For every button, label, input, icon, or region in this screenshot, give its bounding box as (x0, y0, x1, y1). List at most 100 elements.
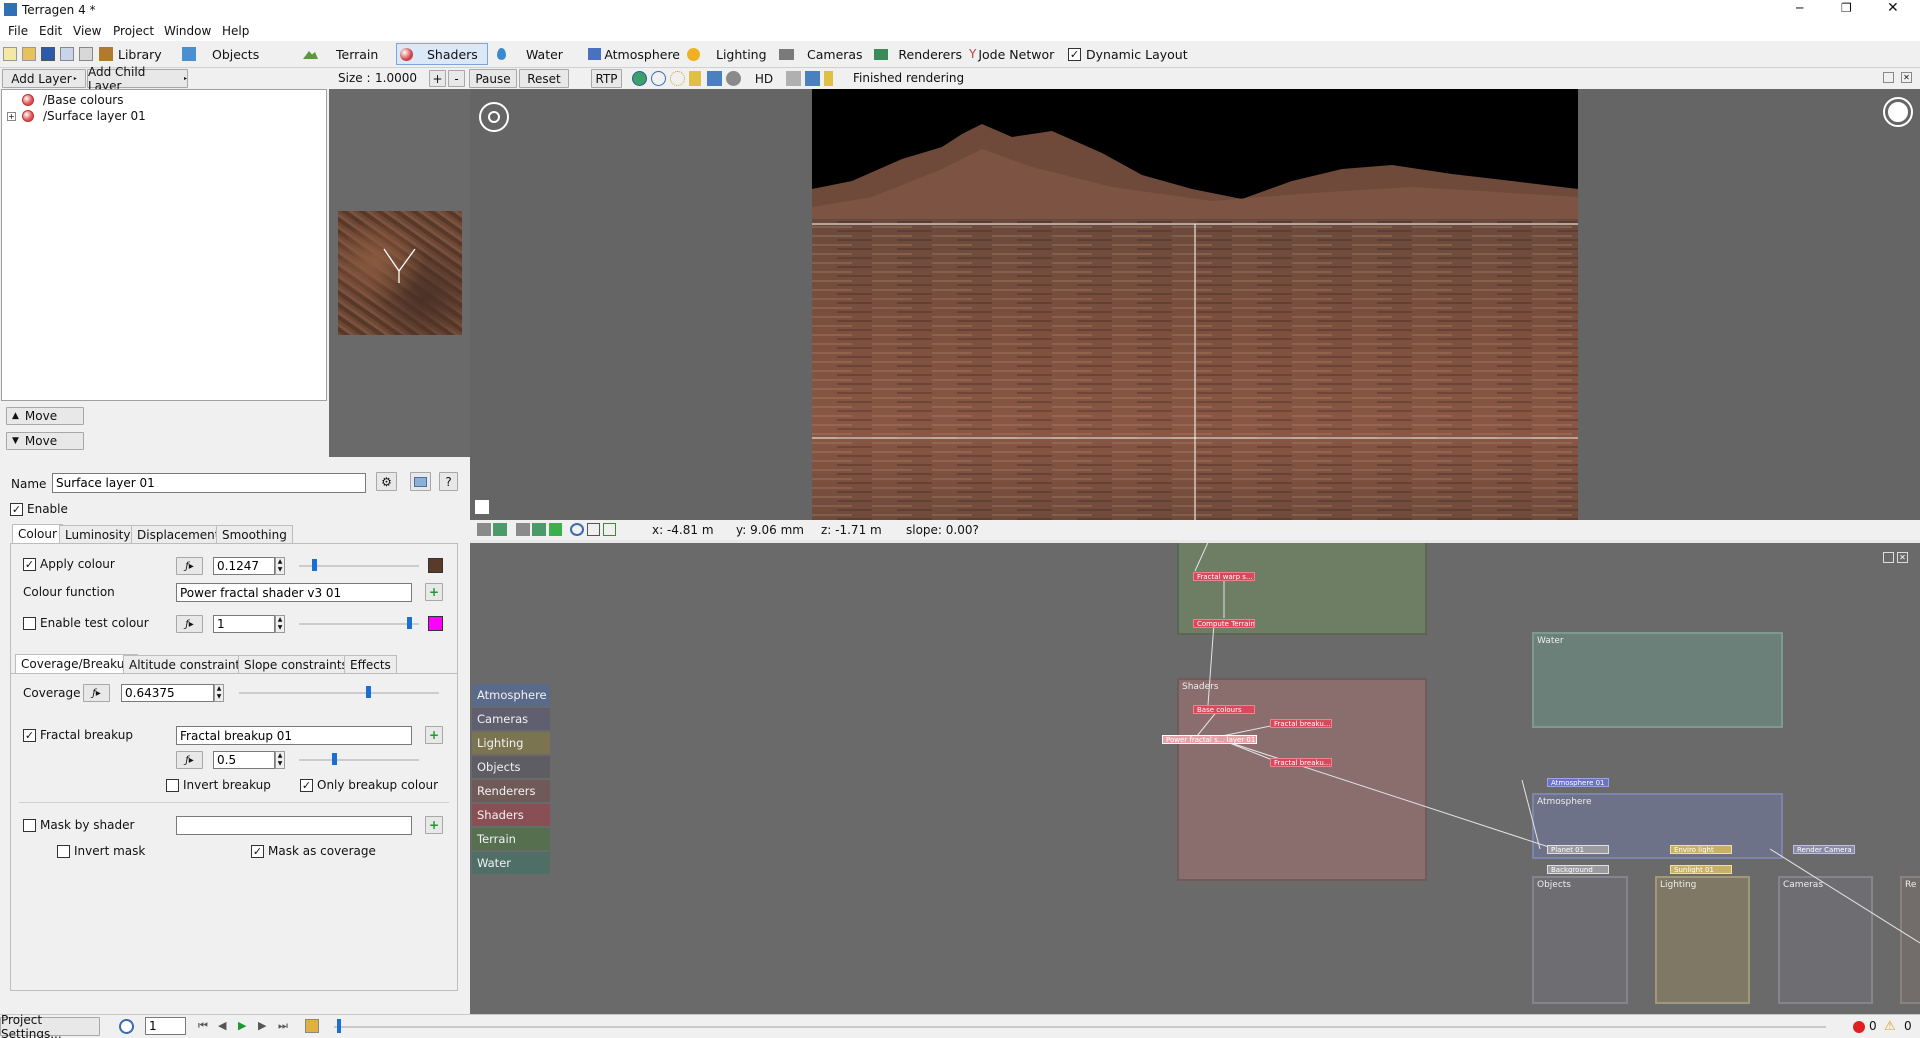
node-legend-item-cameras[interactable]: Cameras (472, 708, 550, 730)
function-mode-icon[interactable]: ƒ▸ (176, 615, 203, 633)
function-mode-icon[interactable]: ƒ▸ (176, 751, 203, 769)
tab-objects[interactable]: Objects (178, 43, 288, 65)
test-colour-value[interactable] (213, 615, 275, 633)
crop-region-icon[interactable] (475, 500, 489, 514)
navigation-widget-icon[interactable] (479, 102, 509, 132)
apply-colour-slider-thumb[interactable] (311, 559, 317, 571)
globe-icon[interactable] (632, 71, 647, 86)
render-view-icon[interactable] (79, 47, 93, 61)
subtab-effects[interactable]: Effects (344, 655, 397, 674)
apply-colour-swatch[interactable] (428, 558, 443, 573)
expand-icon[interactable]: + (7, 111, 16, 121)
node-atmosphere[interactable]: Atmosphere 01 (1547, 778, 1609, 787)
test-colour-spinner[interactable]: ▲ ▼ (275, 615, 285, 633)
camera-icon[interactable] (477, 523, 491, 536)
settings-gear-icon[interactable] (726, 71, 741, 86)
node-enviro-light[interactable]: Enviro light (1670, 845, 1732, 854)
first-frame-icon[interactable]: ⏮ (198, 1019, 208, 1033)
node-legend-item-lighting[interactable]: Lighting (472, 732, 550, 754)
light-bulb-icon[interactable] (689, 71, 701, 86)
new-file-icon[interactable] (3, 47, 17, 61)
play-icon[interactable]: ▶ (238, 1019, 246, 1032)
landscape-icon[interactable] (493, 523, 507, 536)
enable-test-colour-toggle[interactable]: Enable test colour (23, 616, 149, 630)
menu-edit[interactable]: Edit (39, 24, 62, 38)
hd-button[interactable]: HD (753, 69, 775, 88)
move-up-button[interactable]: ▲ Move (6, 407, 84, 425)
enable-toggle[interactable]: ✓ Enable (10, 502, 68, 516)
coverage-spinner[interactable]: ▲ ▼ (214, 684, 224, 702)
test-colour-slider-track[interactable] (299, 623, 419, 625)
fit-icon[interactable] (587, 523, 600, 536)
breakup-amount-value[interactable] (213, 751, 275, 769)
tab-renderers[interactable]: Renderers (871, 43, 963, 65)
project-settings-button[interactable]: Project Settings... (0, 1013, 100, 1038)
tab-lighting[interactable]: Lighting (683, 43, 778, 65)
wireframe-icon[interactable] (651, 71, 666, 86)
breakup-amount-slider-thumb[interactable] (332, 753, 337, 765)
invert-breakup-checkbox[interactable] (166, 778, 179, 792)
node-view-icon[interactable] (410, 472, 431, 491)
dynamic-layout-toggle[interactable]: ✓ Dynamic Layout (1068, 47, 1188, 62)
panel-close-icon[interactable]: ✕ (1901, 72, 1912, 83)
camera-sync-icon[interactable] (516, 523, 530, 536)
tab-water[interactable]: Water (493, 43, 571, 65)
apply-colour-spinner[interactable]: ▲ ▼ (275, 557, 285, 575)
help-button[interactable]: ? (439, 472, 458, 491)
pick-icon[interactable] (805, 71, 820, 86)
next-frame-icon[interactable]: ▶ (258, 1019, 266, 1032)
apply-colour-value[interactable] (213, 557, 275, 575)
invert-mask-toggle[interactable]: Invert mask (57, 844, 145, 858)
node-compute-terrain[interactable]: Compute Terrain (1193, 619, 1255, 628)
add-mask-plus-icon[interactable]: + (425, 816, 443, 834)
name-field[interactable] (52, 473, 366, 493)
menu-view[interactable]: View (73, 24, 101, 38)
breakup-amount-spinner[interactable]: ▲ ▼ (275, 751, 285, 769)
test-colour-slider-thumb[interactable] (407, 617, 412, 629)
measure-icon[interactable] (603, 523, 616, 536)
menu-help[interactable]: Help (222, 24, 249, 38)
camera-options-icon[interactable] (1883, 97, 1913, 127)
size-plus-button[interactable]: + (429, 70, 446, 87)
fractal-breakup-checkbox[interactable]: ✓ (23, 728, 36, 742)
menu-window[interactable]: Window (164, 24, 211, 38)
coverage-slider-track[interactable] (239, 692, 439, 694)
tab-library[interactable]: Library (98, 43, 176, 65)
tab-luminosity[interactable]: Luminosity (59, 525, 137, 544)
size-minus-button[interactable]: - (448, 70, 465, 87)
test-colour-swatch[interactable] (428, 616, 443, 631)
subtab-slope-constraints[interactable]: Slope constraints (238, 655, 354, 674)
layer-item-base-colours[interactable]: /Base colours (22, 93, 123, 107)
node-render-camera[interactable]: Render Camera (1793, 845, 1855, 854)
render-landscape-icon[interactable] (532, 523, 546, 536)
open-folder-icon[interactable] (22, 47, 36, 61)
node-planet[interactable]: Planet 01 (1547, 845, 1609, 854)
render-viewport[interactable] (470, 89, 1920, 520)
warning-icon[interactable]: ⚠ (1884, 1019, 1896, 1034)
frame-field[interactable] (145, 1017, 186, 1035)
timeline-track[interactable] (334, 1026, 1826, 1028)
tab-terrain[interactable]: Terrain (300, 43, 394, 65)
tab-colour[interactable]: Colour (12, 524, 63, 543)
node-fractal-breakup-b[interactable]: Fractal breaku... (1270, 758, 1332, 767)
apply-colour-slider-track[interactable] (299, 565, 419, 567)
panel-maximize-icon[interactable] (1883, 72, 1894, 83)
mask-as-coverage-toggle[interactable]: ✓ Mask as coverage (251, 844, 376, 858)
node-legend-item-objects[interactable]: Objects (472, 756, 550, 778)
tab-displacement[interactable]: Displacement (131, 525, 226, 544)
lock-icon[interactable] (824, 71, 833, 86)
save-as-icon[interactable] (60, 47, 74, 61)
node-network-panel[interactable]: ✕ Shaders Water Atmosphere Objects Light… (470, 540, 1920, 1014)
close-button[interactable]: ✕ (1887, 0, 1899, 16)
tab-node-network[interactable]: Y Jode Networ (966, 43, 1060, 65)
node-legend-item-terrain[interactable]: Terrain (472, 828, 550, 850)
menu-project[interactable]: Project (113, 24, 154, 38)
keyframe-icon[interactable] (305, 1019, 319, 1033)
only-breakup-colour-checkbox[interactable]: ✓ (300, 778, 313, 792)
add-breakup-plus-icon[interactable]: + (425, 726, 443, 744)
fractal-breakup-field[interactable] (176, 726, 412, 745)
last-frame-icon[interactable]: ⏭ (278, 1019, 288, 1033)
error-icon[interactable] (1853, 1021, 1865, 1033)
subtab-altitude-constraints[interactable]: Altitude constraints (123, 655, 253, 674)
subtab-coverage-breakup[interactable]: Coverage/Breakup (15, 654, 138, 673)
